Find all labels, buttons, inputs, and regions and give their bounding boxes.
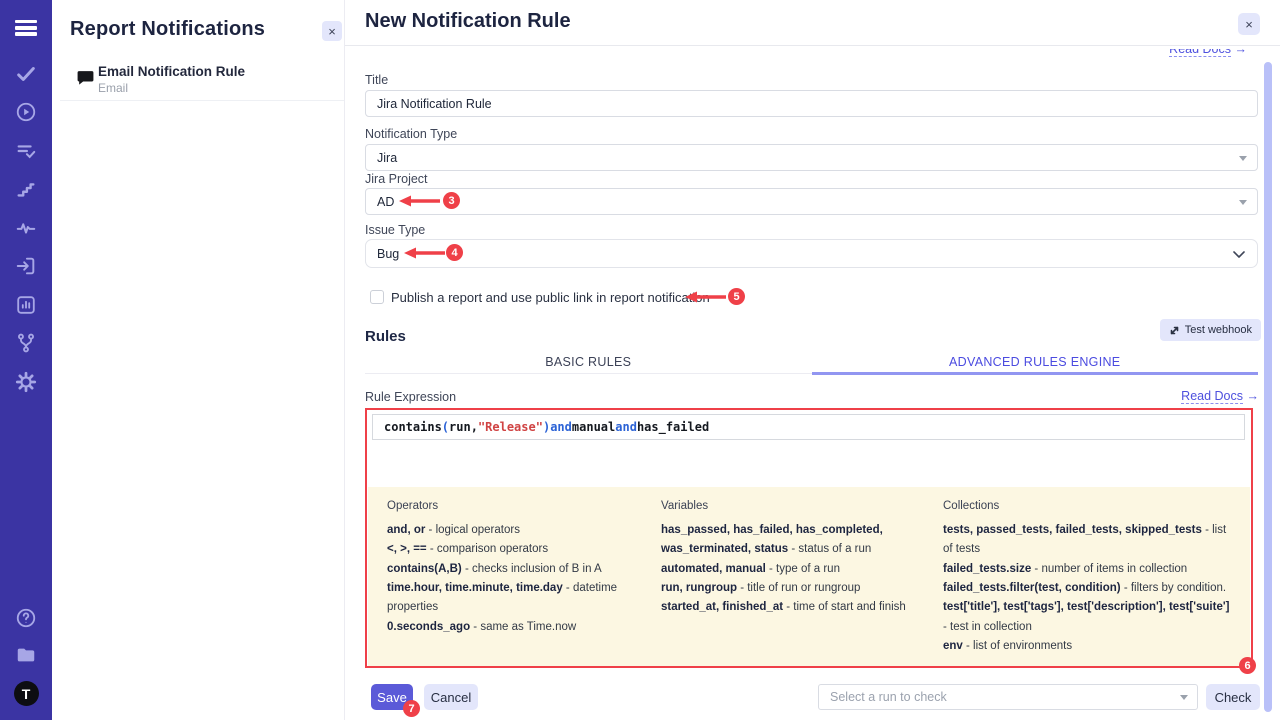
run-to-check-select[interactable]: Select a run to check (818, 684, 1198, 710)
code-token: run, (449, 420, 478, 434)
play-circle-icon[interactable] (15, 101, 37, 123)
help-item: started_at, finished_at - time of start … (661, 598, 929, 617)
list-item-email-rule[interactable]: Email Notification Rule Email (60, 58, 344, 101)
help-item: <, >, == - comparison operators (387, 540, 647, 559)
report-notifications-panel: Report Notifications × Email Notificatio… (52, 0, 345, 720)
tab-basic-rules[interactable]: BASIC RULES (365, 349, 812, 373)
annotation-badge-7: 7 (403, 700, 420, 717)
help-item: automated, manual - type of a run (661, 560, 929, 579)
help-column-header: Variables (661, 500, 929, 512)
read-docs-link-clipped: Read Docs → (1169, 49, 1247, 61)
rule-expression-label: Rule Expression (365, 390, 456, 404)
help-column: Operators and, or - logical operators<, >… (387, 500, 647, 666)
vertical-scrollbar[interactable] (1264, 62, 1272, 712)
help-item: contains(A,B) - checks inclusion of B in… (387, 560, 647, 579)
annotation-arrow-issue-type (403, 247, 445, 259)
annotation-arrow-jira-project (398, 195, 440, 207)
annotation-badge-5: 5 (728, 288, 745, 305)
code-token: ( (442, 420, 449, 434)
code-token: and (550, 420, 572, 434)
read-docs-link[interactable]: Read Docs → (1181, 389, 1259, 403)
help-item: failed_tests.size - number of items in c… (943, 560, 1236, 579)
publish-report-label: Publish a report and use public link in … (391, 290, 710, 305)
help-item: env - list of environments (943, 637, 1236, 656)
notification-type-select[interactable]: Jira (365, 144, 1258, 171)
help-icon[interactable] (15, 607, 37, 629)
help-item: time.hour, time.minute, time.day - datet… (387, 579, 647, 618)
help-item: has_passed, has_failed, has_completed, w… (661, 521, 929, 560)
panel-title: Report Notifications (70, 18, 265, 41)
list-item-title: Email Notification Rule (98, 64, 245, 79)
tab-advanced-rules-engine[interactable]: ADVANCED RULES ENGINE (812, 349, 1259, 373)
dropdown-caret-icon (1239, 156, 1247, 161)
branch-icon[interactable] (15, 332, 37, 354)
menu-icon[interactable] (15, 17, 37, 39)
code-token: ) (543, 420, 550, 434)
help-column: Collections tests, passed_tests, failed_t… (943, 500, 1236, 666)
test-webhook-button[interactable]: Test webhook (1160, 319, 1261, 341)
help-item: test['title'], test['tags'], test['descr… (943, 598, 1236, 637)
help-item: failed_tests.filter(test, condition) - f… (943, 579, 1236, 598)
check-icon[interactable] (15, 63, 37, 85)
bar-chart-icon[interactable] (15, 294, 37, 316)
annotation-arrow-publish (684, 291, 726, 303)
help-item: run, rungroup - title of run or rungroup (661, 579, 929, 598)
app-sidebar: T (0, 0, 52, 720)
panel-close-button[interactable]: × (322, 21, 342, 41)
notification-type-label: Notification Type (365, 127, 457, 141)
help-column: Variables has_passed, has_failed, has_com… (661, 500, 929, 666)
annotation-badge-3: 3 (443, 192, 460, 209)
cancel-button[interactable]: Cancel (424, 684, 478, 710)
dropdown-caret-icon (1239, 200, 1247, 205)
help-column-header: Collections (943, 500, 1236, 512)
title-input[interactable]: Jira Notification Rule (365, 90, 1258, 117)
title-label: Title (365, 73, 388, 87)
code-token: and (615, 420, 637, 434)
list-check-icon[interactable] (15, 140, 37, 162)
steps-icon[interactable] (15, 178, 37, 200)
new-notification-rule-dialog: New Notification Rule × Read Docs → Titl… (345, 0, 1280, 720)
annotation-badge-4: 4 (446, 244, 463, 261)
code-token: manual (572, 420, 615, 434)
gear-icon[interactable] (15, 371, 37, 393)
sign-in-icon[interactable] (15, 255, 37, 277)
code-token: "Release" (478, 420, 543, 434)
help-column-header: Operators (387, 500, 647, 512)
rule-expression-editor[interactable]: contains(run, "Release") and manual and … (372, 414, 1245, 440)
list-item-subtitle: Email (98, 81, 128, 95)
rules-heading: Rules (365, 328, 406, 345)
read-docs-link-top[interactable]: Read Docs → (1169, 49, 1247, 56)
chat-bubble-icon (76, 68, 95, 86)
webhook-icon (1169, 325, 1180, 336)
jira-project-label: Jira Project (365, 172, 428, 186)
help-item: tests, passed_tests, failed_tests, skipp… (943, 521, 1236, 560)
issue-type-select[interactable]: Bug (365, 239, 1258, 268)
dialog-close-button[interactable]: × (1238, 13, 1260, 35)
chevron-down-icon (1233, 251, 1245, 258)
help-item: 0.seconds_ago - same as Time.now (387, 618, 647, 637)
code-token: has_failed (637, 420, 709, 434)
page-title: New Notification Rule (365, 10, 571, 33)
check-button[interactable]: Check (1206, 684, 1260, 710)
dropdown-caret-icon (1180, 695, 1188, 700)
jira-project-select[interactable]: AD (365, 188, 1258, 215)
rules-tabs: BASIC RULES ADVANCED RULES ENGINE (365, 349, 1258, 374)
folder-icon[interactable] (15, 644, 37, 666)
issue-type-label: Issue Type (365, 223, 425, 237)
publish-report-checkbox[interactable] (370, 290, 384, 304)
activity-icon[interactable] (15, 217, 37, 239)
code-token: contains (384, 420, 442, 434)
expression-help-panel: Operators and, or - logical operators<, >… (368, 487, 1250, 666)
annotation-badge-6: 6 (1239, 657, 1256, 674)
avatar-t[interactable]: T (14, 681, 39, 706)
dialog-header: New Notification Rule × (345, 0, 1280, 46)
help-item: and, or - logical operators (387, 521, 647, 540)
